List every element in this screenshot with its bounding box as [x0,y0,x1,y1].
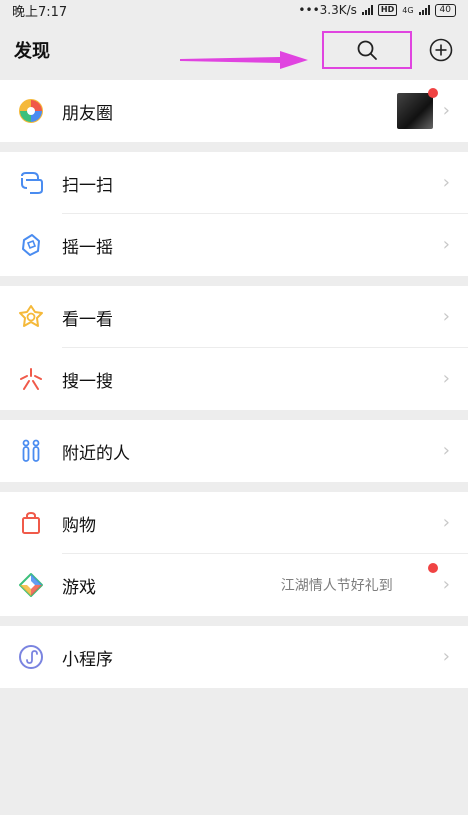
new-dot-badge [427,88,438,98]
list-item-scan[interactable]: 扫一扫 › [0,152,468,214]
item-label: 摇一摇 [62,237,113,258]
item-label: 看一看 [62,309,113,330]
item-label: 游戏 [62,577,96,598]
item-label: 购物 [62,515,96,536]
item-label: 朋友圈 [62,103,113,124]
chevron-right-icon: › [442,172,450,193]
page-title: 发现 [14,41,50,62]
people-nearby-icon [22,439,40,462]
list-item-shake[interactable]: 摇一摇 › [0,214,468,276]
chevron-right-icon: › [442,646,450,667]
list-item-games[interactable]: 游戏 江湖情人节好礼到 › [0,554,468,616]
list-item-search[interactable]: 搜一搜 › [0,348,468,410]
games-icon [19,573,43,597]
status-time: 晚上7:17 [12,4,68,20]
item-label: 小程序 [62,649,113,670]
shake-icon [22,234,40,256]
scan-icon [21,172,43,194]
list-item-top-stories[interactable]: 看一看 › [0,286,468,348]
plus-circle-icon [429,38,453,62]
chevron-right-icon: › [442,234,450,255]
network-type: 4G [402,5,414,15]
top-stories-icon [19,305,43,327]
battery-indicator: 40 [434,3,456,17]
signal-icon-2 [418,5,430,15]
annotation-arrow-icon [180,51,308,69]
games-promo-text: 江湖情人节好礼到 [280,578,393,594]
section-look-search: 看一看 › 搜一搜 › [0,286,468,410]
list-item-people-nearby[interactable]: 附近的人 › [0,420,468,482]
list-item-moments[interactable]: 朋友圈 › [0,80,468,142]
chevron-right-icon: › [442,306,450,327]
moments-thumbnail [396,88,438,129]
chevron-right-icon: › [442,368,450,389]
section-nearby: 附近的人 › [0,420,468,482]
section-mini-programs: 小程序 › [0,626,468,688]
game-avatar [403,563,438,602]
signal-icon [361,5,373,15]
hd-badge: HD [377,4,398,16]
item-label: 附近的人 [62,443,130,464]
list-item-shopping[interactable]: 购物 › [0,492,468,554]
add-button[interactable] [428,37,454,63]
search-icon [357,40,377,60]
chevron-right-icon: › [442,512,450,533]
header: 发现 [0,20,468,80]
item-label: 搜一搜 [62,371,113,392]
status-indicators: •••3.3K/s HD 4G 40 [298,3,456,17]
header-actions [322,31,454,69]
status-bar: 晚上7:17 •••3.3K/s HD 4G 40 [0,0,468,20]
section-scan-shake: 扫一扫 › 摇一摇 › [0,152,468,276]
shopping-icon [22,511,40,534]
moments-icon [19,99,43,123]
search-button[interactable] [322,31,412,69]
chevron-right-icon: › [442,574,450,595]
search-search-icon [20,368,42,390]
list-item-mini-programs[interactable]: 小程序 › [0,626,468,688]
mini-programs-icon [19,645,43,669]
chevron-right-icon: › [442,100,450,121]
section-shopping-games: 购物 › 游戏 江湖情人节好礼到 › [0,492,468,616]
new-dot-badge [427,563,438,573]
item-label: 扫一扫 [62,175,113,196]
network-speed: •••3.3K/s [298,3,357,17]
chevron-right-icon: › [442,440,450,461]
section-moments: 朋友圈 › [0,80,468,142]
